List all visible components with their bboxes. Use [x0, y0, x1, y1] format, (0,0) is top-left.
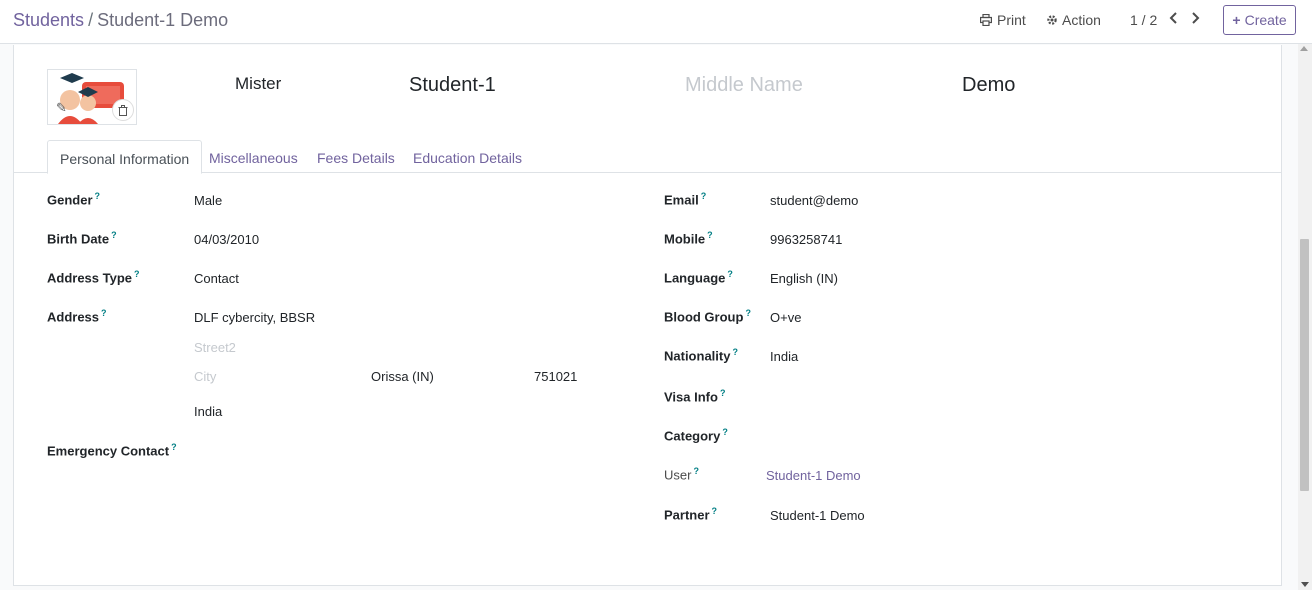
state-field[interactable]: Orissa (IN) [371, 369, 434, 384]
middle-name-field[interactable]: Middle Name [685, 74, 803, 97]
help-icon[interactable]: ? [111, 230, 117, 240]
mobile-label: Mobile? [664, 230, 713, 247]
address-label: Address? [47, 308, 107, 325]
language-label: Language? [664, 269, 733, 286]
scroll-up-arrow-icon[interactable] [1300, 46, 1308, 51]
action-button[interactable]: Action [1046, 12, 1101, 28]
form-sheet: ✎ Mister Student-1 Middle Name Demo Pers… [13, 45, 1282, 586]
help-icon[interactable]: ? [720, 388, 726, 398]
language-field[interactable]: English (IN) [770, 271, 838, 286]
action-label: Action [1062, 12, 1101, 28]
tab-fees-details[interactable]: Fees Details [305, 140, 407, 173]
breadcrumb-current: Student-1 Demo [97, 10, 229, 30]
category-label: Category? [664, 427, 728, 444]
partner-label: Partner? [664, 506, 718, 523]
pencil-icon[interactable]: ✎ [56, 100, 67, 116]
help-icon[interactable]: ? [732, 347, 738, 357]
scroll-down-arrow-icon[interactable] [1301, 582, 1309, 587]
birth-date-field[interactable]: 04/03/2010 [194, 232, 259, 247]
chevron-right-icon[interactable] [1189, 11, 1201, 25]
user-label: User? [664, 466, 699, 483]
city-field[interactable]: City [194, 369, 216, 384]
breadcrumb: Students / Student-1 Demo [13, 10, 228, 31]
nationality-label: Nationality? [664, 347, 738, 364]
print-label: Print [997, 12, 1026, 28]
nationality-field[interactable]: India [770, 349, 798, 364]
address-type-field[interactable]: Contact [194, 271, 239, 286]
country-field[interactable]: India [194, 404, 222, 419]
help-icon[interactable]: ? [727, 269, 733, 279]
help-icon[interactable]: ? [745, 308, 751, 318]
print-icon [980, 14, 992, 26]
notebook-tabs: Personal Information Miscellaneous Fees … [14, 140, 1281, 174]
blood-group-field[interactable]: O+ve [770, 310, 801, 325]
breadcrumb-separator: / [88, 10, 94, 30]
user-link[interactable]: Student-1 Demo [766, 468, 861, 483]
tab-education-details[interactable]: Education Details [401, 140, 534, 173]
email-label: Email? [664, 191, 707, 208]
street2-field[interactable]: Street2 [194, 340, 236, 355]
help-icon[interactable]: ? [722, 427, 728, 437]
first-name-field[interactable]: Student-1 [409, 74, 496, 97]
print-button[interactable]: Print [980, 12, 1026, 28]
emergency-contact-label: Emergency Contact? [47, 442, 177, 459]
create-label: Create [1244, 12, 1287, 28]
last-name-field[interactable]: Demo [962, 74, 1015, 97]
vertical-scrollbar[interactable] [1298, 44, 1312, 590]
breadcrumb-students-link[interactable]: Students [13, 10, 84, 30]
gender-field[interactable]: Male [194, 193, 222, 208]
help-icon[interactable]: ? [701, 191, 707, 201]
visa-info-label: Visa Info? [664, 388, 726, 405]
help-icon[interactable]: ? [95, 191, 101, 201]
gear-icon [1047, 15, 1057, 25]
address-type-label: Address Type? [47, 269, 140, 286]
pager-value[interactable]: 1 / 2 [1130, 12, 1157, 28]
help-icon[interactable]: ? [134, 269, 140, 279]
zip-field[interactable]: 751021 [534, 369, 577, 384]
blood-group-label: Blood Group? [664, 308, 751, 325]
plus-icon: + [1232, 12, 1241, 28]
help-icon[interactable]: ? [171, 442, 177, 452]
birth-date-label: Birth Date? [47, 230, 117, 247]
email-field[interactable]: student@demo [770, 193, 858, 208]
trash-icon[interactable] [112, 99, 134, 121]
control-panel: Students / Student-1 Demo Print Action 1 /… [0, 0, 1312, 44]
tab-miscellaneous[interactable]: Miscellaneous [197, 140, 310, 173]
gender-label: Gender? [47, 191, 101, 208]
help-icon[interactable]: ? [707, 230, 713, 240]
help-icon[interactable]: ? [693, 466, 699, 476]
chevron-left-icon[interactable] [1168, 11, 1180, 25]
mobile-field[interactable]: 9963258741 [770, 232, 842, 247]
create-button[interactable]: + Create [1223, 5, 1296, 35]
tab-personal-information[interactable]: Personal Information [47, 140, 203, 174]
title-field[interactable]: Mister [235, 74, 281, 94]
partner-field[interactable]: Student-1 Demo [770, 508, 865, 523]
scrollbar-thumb[interactable] [1300, 239, 1309, 491]
street-field[interactable]: DLF cybercity, BBSR [194, 310, 315, 325]
avatar[interactable]: ✎ [47, 69, 137, 125]
help-icon[interactable]: ? [712, 506, 718, 516]
help-icon[interactable]: ? [101, 308, 107, 318]
